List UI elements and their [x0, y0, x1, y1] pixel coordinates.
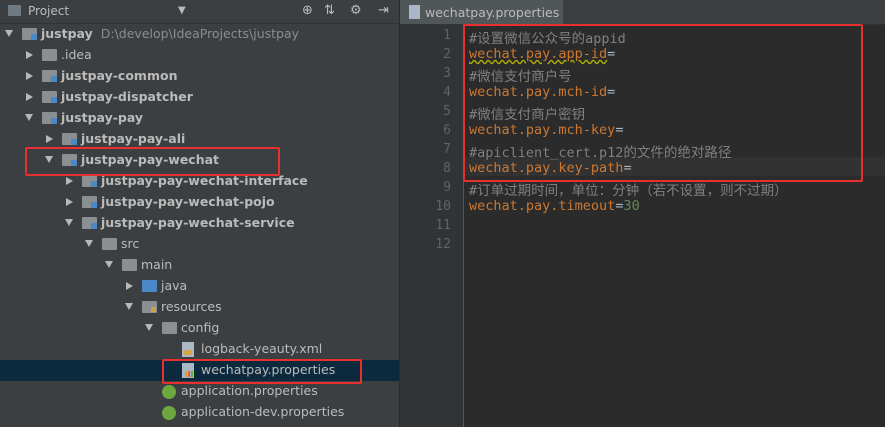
tree-item-label: justpay-pay-wechat-pojo [101, 194, 275, 209]
tree-item[interactable]: application-dev.properties [0, 402, 399, 423]
tab-wechatpay-properties[interactable]: wechatpay.properties [400, 0, 563, 24]
tree-item-label: src [121, 236, 140, 251]
comment-text: #订单过期时间，单位：分钟（若不设置，则不过期） [469, 183, 788, 199]
tree-item[interactable]: justpay-common [0, 66, 399, 87]
properties-file-icon [409, 5, 420, 19]
tree-item-label: java [161, 278, 188, 293]
module-folder-icon [62, 133, 77, 145]
property-key: wechat.pay.timeout [469, 198, 616, 214]
line-number: 11 [435, 218, 451, 233]
folder-icon [42, 49, 57, 61]
line-number: 3 [443, 66, 451, 81]
settings-icon[interactable]: ⚙ [350, 3, 362, 18]
highlight-code-block [463, 24, 863, 182]
module-folder-icon [82, 175, 97, 187]
line-number: 5 [443, 104, 451, 119]
line-number: 2 [443, 47, 451, 62]
line-number: 10 [435, 199, 451, 214]
module-folder-icon [42, 112, 57, 124]
line-number: 8 [443, 161, 451, 176]
tree-item-label: justpay-pay-ali [81, 131, 186, 146]
source-folder-icon [142, 280, 157, 292]
tree-item[interactable]: java [0, 276, 399, 297]
folder-icon [162, 322, 177, 334]
code-property-line: wechat.pay.timeout=30 [469, 198, 640, 214]
expand-arrow-icon[interactable] [85, 240, 93, 247]
tree-item-label: justpay D:\develop\IdeaProjects\justpay [41, 26, 300, 41]
line-number-gutter: 1 2 3 4 5 6 7 8 9 10 11 12 [400, 24, 464, 427]
folder-icon [102, 238, 117, 250]
tree-item[interactable]: config [0, 318, 399, 339]
code-comment-line: #订单过期时间，单位：分钟（若不设置，则不过期） [469, 179, 788, 199]
hide-icon[interactable]: ⇥ [378, 3, 389, 18]
resources-folder-icon [142, 301, 157, 313]
tree-item[interactable]: justpay-pay-wechat-service [0, 213, 399, 234]
tree-item-label: application.properties [181, 383, 318, 398]
tree-item[interactable]: resources [0, 297, 399, 318]
collapse-arrow-icon[interactable] [46, 135, 53, 143]
tree-item[interactable]: justpay-pay-wechat-pojo [0, 192, 399, 213]
tree-item[interactable]: .idea [0, 45, 399, 66]
module-folder-icon [42, 91, 57, 103]
folder-icon [122, 259, 137, 271]
tree-item-label: main [141, 257, 173, 272]
module-folder-icon [42, 70, 57, 82]
spring-properties-icon [162, 406, 176, 420]
tab-label: wechatpay.properties [425, 5, 560, 20]
chevron-down-icon[interactable]: ▼ [178, 5, 186, 16]
collapse-arrow-icon[interactable] [26, 72, 33, 80]
module-folder-icon [82, 196, 97, 208]
tree-item[interactable]: logback-yeauty.xml [0, 339, 399, 360]
tree-item-label: justpay-dispatcher [61, 89, 193, 104]
globe-icon[interactable]: ⊕ [302, 3, 313, 18]
tree-item-label: application-dev.properties [181, 404, 345, 419]
tree-item[interactable]: application.properties [0, 381, 399, 402]
tree-item[interactable]: justpay D:\develop\IdeaProjects\justpay [0, 24, 399, 45]
collapse-arrow-icon[interactable] [66, 177, 73, 185]
line-number: 6 [443, 123, 451, 138]
tree-item[interactable]: src [0, 234, 399, 255]
tree-item-label: justpay-common [61, 68, 178, 83]
collapse-icon[interactable]: ⇅ [324, 3, 335, 18]
tree-item[interactable]: main [0, 255, 399, 276]
expand-arrow-icon[interactable] [145, 324, 153, 331]
project-icon [8, 5, 21, 16]
line-number: 9 [443, 180, 451, 195]
line-number: 4 [443, 85, 451, 100]
line-number: 1 [443, 28, 451, 43]
collapse-arrow-icon[interactable] [126, 282, 133, 290]
expand-arrow-icon[interactable] [65, 219, 73, 226]
tree-item-label: logback-yeauty.xml [201, 341, 323, 356]
project-panel-header: Project ▼ ⊕ ⇅ ⚙ ⇥ [0, 0, 399, 24]
highlight-properties-file [162, 359, 362, 384]
project-panel-title[interactable]: Project [28, 4, 69, 18]
xml-file-icon [182, 342, 194, 357]
expand-arrow-icon[interactable] [125, 303, 133, 310]
tree-item-label: .idea [61, 47, 92, 62]
tree-item-label: justpay-pay-wechat-service [101, 215, 295, 230]
collapse-arrow-icon[interactable] [66, 198, 73, 206]
tree-item[interactable]: justpay-pay [0, 108, 399, 129]
tree-item-label: config [181, 320, 220, 335]
line-number: 7 [443, 142, 451, 157]
collapse-arrow-icon[interactable] [26, 93, 33, 101]
expand-arrow-icon[interactable] [25, 114, 33, 121]
tree-item-label: resources [161, 299, 222, 314]
tree-item[interactable]: justpay-dispatcher [0, 87, 399, 108]
expand-arrow-icon[interactable] [5, 30, 13, 37]
line-number: 12 [435, 237, 451, 252]
property-value: 30 [623, 198, 640, 214]
expand-arrow-icon[interactable] [105, 261, 113, 268]
module-folder-icon [82, 217, 97, 229]
editor-tab-bar: wechatpay.properties [400, 0, 885, 25]
collapse-arrow-icon[interactable] [26, 51, 33, 59]
module-folder-icon [22, 28, 37, 40]
spring-properties-icon [162, 385, 176, 399]
highlight-wechat-module [25, 147, 280, 176]
tree-item-path: D:\develop\IdeaProjects\justpay [100, 26, 300, 41]
tree-item-label: justpay-pay [61, 110, 144, 125]
